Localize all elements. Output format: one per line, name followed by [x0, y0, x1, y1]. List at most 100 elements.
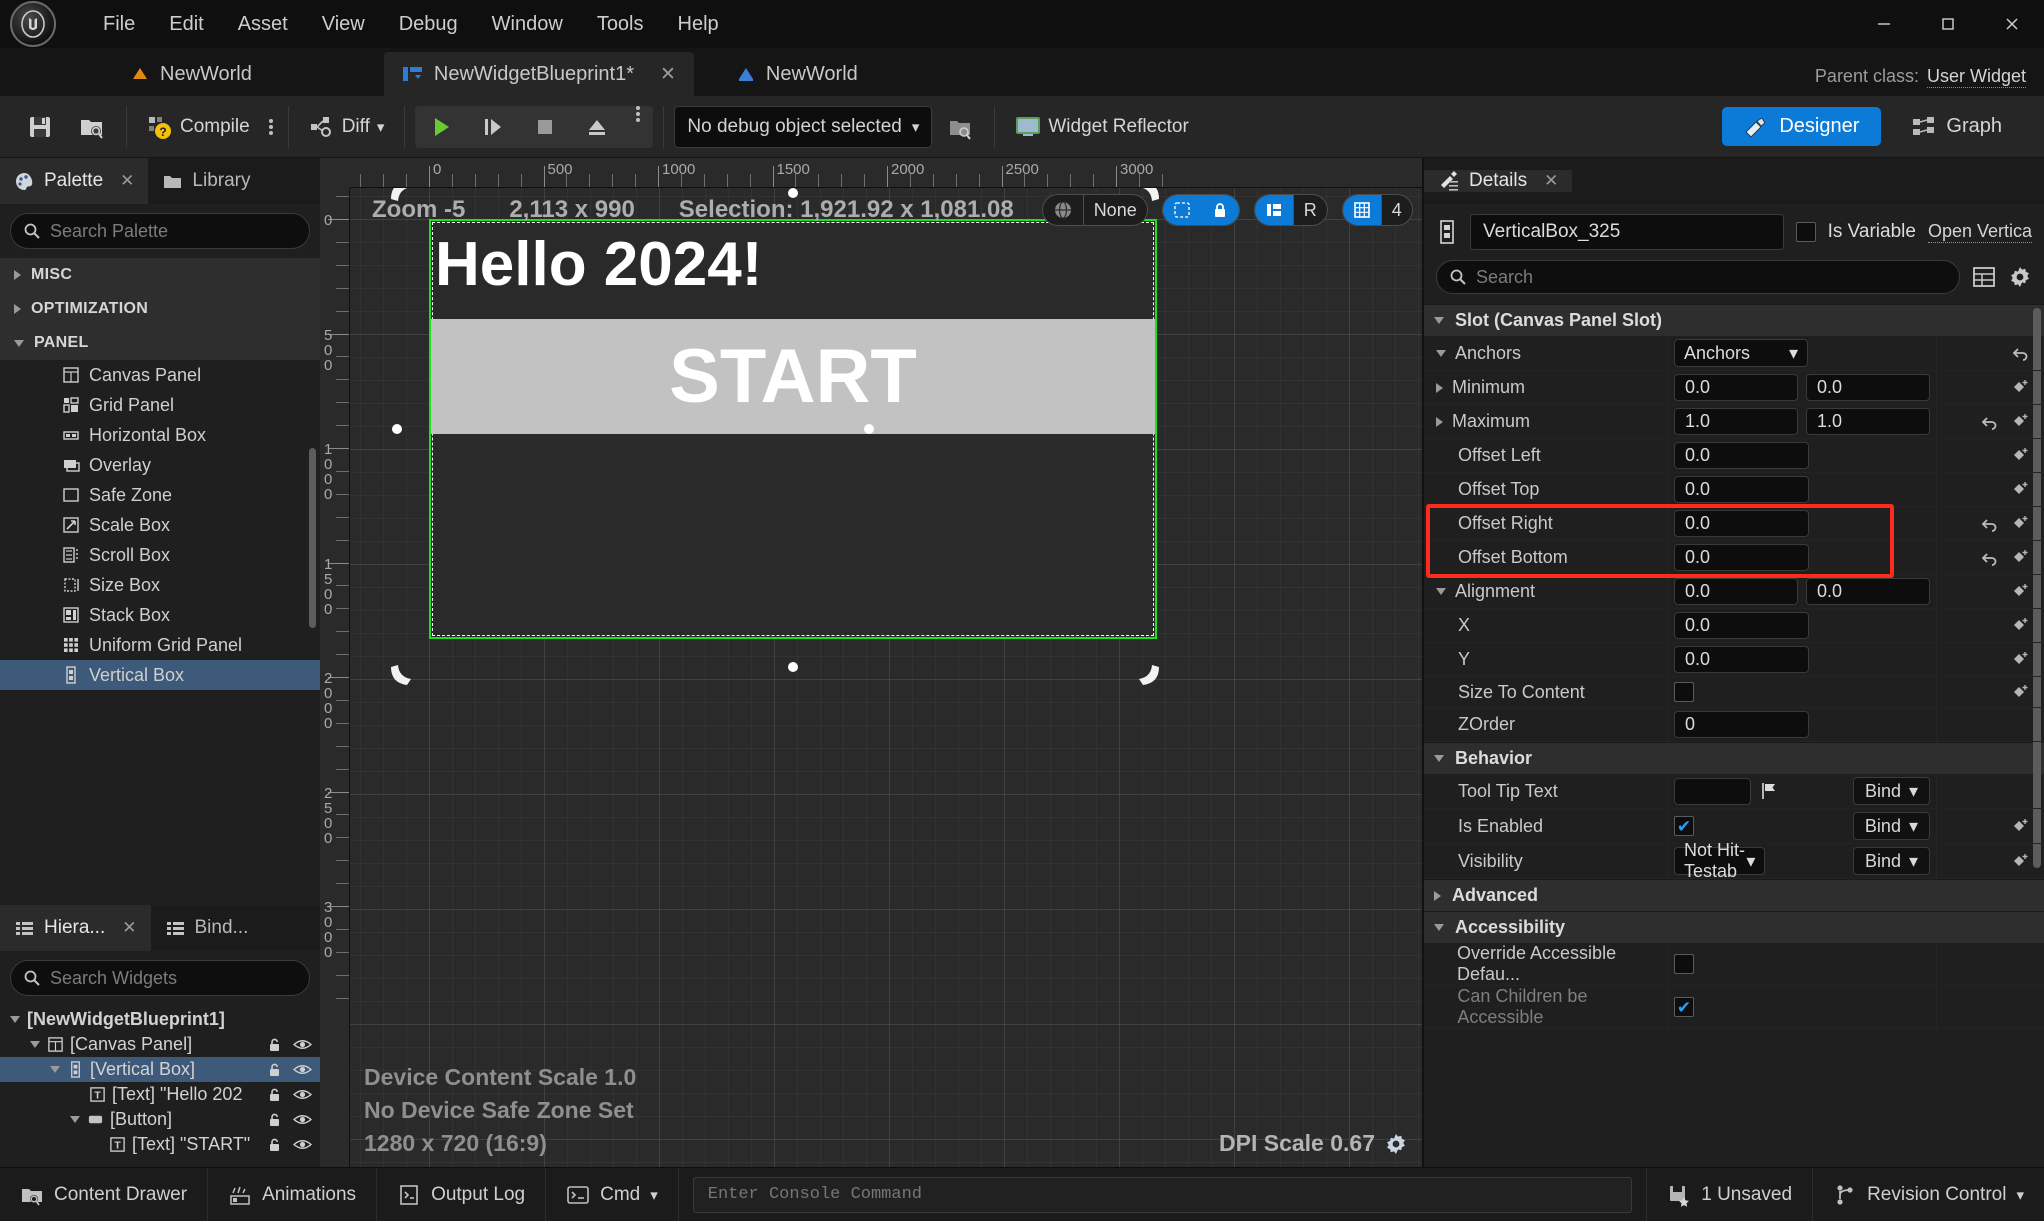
hierarchy-row[interactable]: [Vertical Box]: [0, 1057, 320, 1082]
create-binding-icon[interactable]: [2011, 683, 2030, 702]
eye-icon[interactable]: [293, 1062, 312, 1077]
close-icon[interactable]: ✕: [120, 171, 134, 191]
close-icon[interactable]: ✕: [660, 63, 676, 86]
number-input[interactable]: 0.0: [1674, 442, 1809, 469]
palette-item-overlay[interactable]: Overlay: [0, 450, 320, 480]
minimize-button[interactable]: [1852, 0, 1916, 48]
chevron-right-icon[interactable]: [1436, 382, 1443, 393]
globe-icon[interactable]: [1043, 195, 1083, 225]
search-input[interactable]: [50, 220, 297, 242]
create-binding-icon[interactable]: [2011, 412, 2030, 431]
number-input[interactable]: 0.0: [1674, 612, 1809, 639]
asset-tab-newwidgetblueprint1[interactable]: NewWidgetBlueprint1* ✕: [383, 52, 694, 96]
eye-icon[interactable]: [293, 1137, 312, 1152]
palette-category-panel[interactable]: PANEL: [0, 326, 320, 360]
preview-start-button[interactable]: START: [431, 319, 1155, 434]
palette-list[interactable]: MISC OPTIMIZATION PANEL Canvas Panel Grid…: [0, 258, 320, 905]
columns-icon[interactable]: [1972, 265, 1996, 289]
menu-item-tools[interactable]: Tools: [580, 7, 661, 42]
eye-icon[interactable]: [293, 1112, 312, 1127]
palette-item-vertical-box[interactable]: Vertical Box: [0, 660, 320, 690]
eject-button[interactable]: [571, 106, 623, 148]
lock-pill[interactable]: [1161, 194, 1240, 226]
flag-icon[interactable]: [1759, 781, 1781, 801]
chevron-down-icon[interactable]: [30, 1041, 40, 1048]
chevron-down-icon[interactable]: [1436, 588, 1446, 595]
palette-item-scale-box[interactable]: Scale Box: [0, 510, 320, 540]
hierarchy-row[interactable]: T [Text] "START": [0, 1132, 320, 1157]
palette-category-misc[interactable]: MISC: [0, 258, 320, 292]
search-input[interactable]: [1476, 266, 1947, 288]
resize-handle-left[interactable]: [392, 424, 402, 434]
close-icon[interactable]: ✕: [122, 918, 136, 938]
tab-hierarchy[interactable]: Hiera... ✕: [0, 905, 151, 951]
grid-snap-pill[interactable]: 4: [1341, 194, 1413, 226]
lock-icon[interactable]: [266, 1061, 283, 1078]
palette-item-horizontal-box[interactable]: Horizontal Box: [0, 420, 320, 450]
number-input-x[interactable]: 0.0: [1674, 374, 1798, 401]
layout-icon[interactable]: [1254, 195, 1293, 225]
text-input[interactable]: [1674, 777, 1752, 805]
checkbox[interactable]: [1674, 682, 1694, 702]
hierarchy-row[interactable]: [Canvas Panel]: [0, 1032, 320, 1057]
marquee-icon[interactable]: [1162, 195, 1201, 225]
close-button[interactable]: [1980, 0, 2044, 48]
create-binding-icon[interactable]: [2011, 514, 2030, 533]
section-header-behavior[interactable]: Behavior: [1424, 742, 2044, 774]
dropdown[interactable]: Anchors ▾: [1674, 339, 1808, 367]
create-binding-icon[interactable]: [2011, 817, 2030, 836]
hierarchy-row[interactable]: [Button]: [0, 1107, 320, 1132]
rotation-label[interactable]: R: [1294, 195, 1327, 225]
revision-control-button[interactable]: Revision Control ▾: [1812, 1168, 2044, 1221]
compile-options-button[interactable]: [264, 113, 278, 141]
console-command-field[interactable]: [692, 1176, 1633, 1213]
is-variable-checkbox[interactable]: [1795, 222, 1816, 242]
menu-item-help[interactable]: Help: [661, 7, 736, 42]
bind-button[interactable]: Bind ▾: [1852, 847, 1931, 875]
anchor-handle-top-left[interactable]: [387, 188, 417, 207]
close-icon[interactable]: ✕: [1544, 171, 1558, 191]
palette-search[interactable]: [10, 213, 310, 249]
palette-scrollbar[interactable]: [309, 448, 316, 628]
eye-icon[interactable]: [293, 1037, 312, 1052]
grid-icon[interactable]: [1342, 195, 1381, 225]
chevron-down-icon[interactable]: [50, 1066, 60, 1073]
designer-canvas[interactable]: Zoom -5 2,113 x 990 Selection: 1,921.92 …: [350, 188, 1422, 1167]
gear-icon[interactable]: [1384, 1132, 1408, 1156]
resize-handle-right[interactable]: [864, 424, 874, 434]
resize-handle-bottom[interactable]: [788, 662, 798, 672]
asset-tab-newworld-level[interactable]: NewWorld: [112, 52, 270, 96]
asset-tab-newworld[interactable]: NewWorld: [718, 52, 876, 96]
create-binding-icon[interactable]: [2011, 548, 2030, 567]
palette-item-canvas-panel[interactable]: Canvas Panel: [0, 360, 320, 390]
checkbox[interactable]: [1674, 997, 1694, 1017]
chevron-down-icon[interactable]: [1436, 349, 1446, 357]
content-drawer-button[interactable]: Content Drawer: [0, 1168, 209, 1221]
preview-title-text[interactable]: Hello 2024!: [435, 229, 762, 301]
create-binding-icon[interactable]: [2011, 378, 2030, 397]
debug-object-dropdown[interactable]: No debug object selected ▾: [674, 105, 933, 148]
cmd-dropdown[interactable]: Cmd ▾: [546, 1168, 679, 1221]
save-button[interactable]: [16, 107, 64, 147]
play-button[interactable]: [415, 106, 467, 148]
create-binding-icon[interactable]: [2011, 582, 2030, 601]
hierarchy-row[interactable]: T [Text] "Hello 202: [0, 1082, 320, 1107]
lock-icon[interactable]: [266, 1036, 283, 1053]
grid-snap-value[interactable]: 4: [1382, 195, 1412, 225]
maximize-button[interactable]: [1916, 0, 1980, 48]
tab-palette[interactable]: Palette ✕: [0, 158, 149, 204]
details-property-list[interactable]: Slot (Canvas Panel Slot) Anchors Anchors ▾ M…: [1424, 304, 2044, 1167]
create-binding-icon[interactable]: [2011, 616, 2030, 635]
checkbox[interactable]: [1674, 816, 1694, 836]
revert-icon[interactable]: [2010, 344, 2030, 362]
number-input[interactable]: 0.0: [1674, 510, 1809, 537]
checkbox[interactable]: [1674, 954, 1694, 974]
revert-icon[interactable]: [1979, 515, 1999, 533]
tab-graph[interactable]: Graph: [1889, 107, 2024, 146]
output-log-button[interactable]: Output Log: [377, 1168, 547, 1221]
resize-handle-top[interactable]: [788, 188, 798, 198]
palette-item-grid-panel[interactable]: Grid Panel: [0, 390, 320, 420]
menu-item-view[interactable]: View: [305, 7, 382, 42]
stop-button[interactable]: [519, 106, 571, 148]
dropdown[interactable]: Not Hit-Testab ▾: [1674, 840, 1766, 881]
